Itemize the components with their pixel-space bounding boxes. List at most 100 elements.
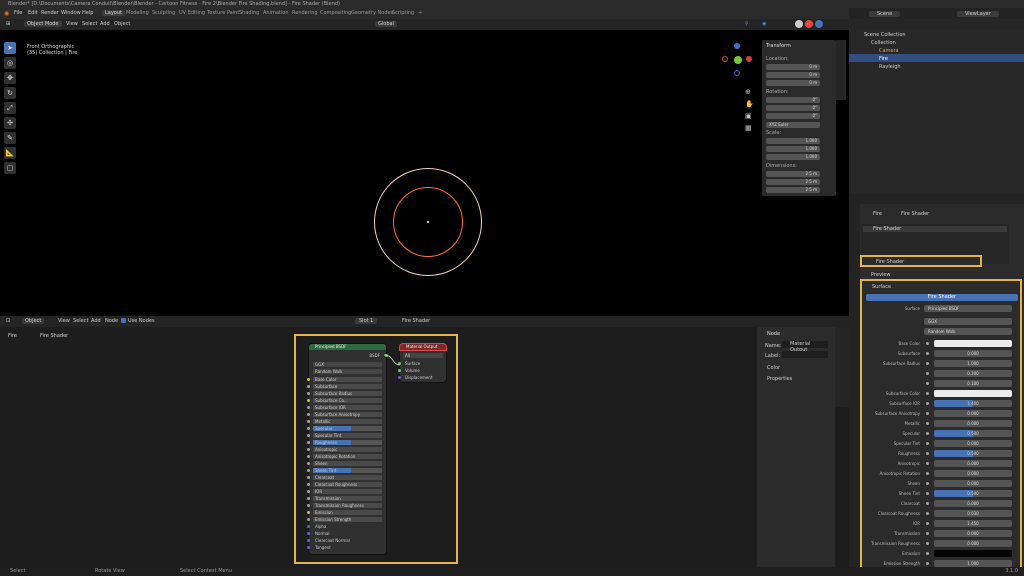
tab-rendering[interactable]: Rendering <box>292 10 318 16</box>
prop-field[interactable]: 0.000 <box>934 460 1012 467</box>
scale-y-field[interactable]: 1.000 <box>766 146 820 152</box>
prop-field[interactable]: 1.450 <box>934 520 1012 527</box>
prop-link-icon[interactable] <box>926 502 929 505</box>
bsdf-input-socket[interactable] <box>307 469 310 472</box>
menu-window[interactable]: Window <box>61 10 81 16</box>
rotation-z-field[interactable]: 0° <box>766 113 820 119</box>
prop-field[interactable]: 0.100 <box>934 380 1012 387</box>
zoom-icon[interactable]: ⊕ <box>745 88 751 96</box>
tab-layout[interactable]: Layout <box>102 10 125 16</box>
node-object-dropdown[interactable]: Object <box>22 318 45 324</box>
scene-collection-label[interactable]: Scene Collection <box>864 32 906 38</box>
material-slot[interactable]: Fire Shader <box>863 226 1007 232</box>
menu-file[interactable]: File <box>14 10 22 16</box>
3d-viewport[interactable]: Front Orthographic (35) Collection | Fir… <box>0 30 849 316</box>
node-color-label[interactable]: Color <box>767 365 780 371</box>
bsdf-input-socket[interactable] <box>307 399 310 402</box>
bsdf-input-socket[interactable] <box>307 441 310 444</box>
prop-link-icon[interactable] <box>926 362 929 365</box>
prop-link-icon[interactable] <box>926 372 929 375</box>
prop-link-icon[interactable] <box>926 402 929 405</box>
sidebar-tabs[interactable] <box>836 40 846 100</box>
measure-icon[interactable]: 📐 <box>4 147 16 159</box>
prop-link-icon[interactable] <box>926 352 929 355</box>
material-shading-icon[interactable] <box>805 20 813 28</box>
node-material-name[interactable]: Fire Shader <box>402 318 430 324</box>
surface-section[interactable]: Surface <box>872 284 891 290</box>
bsdf-input-socket[interactable] <box>307 546 310 549</box>
prop-field[interactable]: 0.030 <box>934 510 1012 517</box>
prop-field[interactable]: 0.000 <box>934 420 1012 427</box>
prop-link-icon[interactable] <box>926 492 929 495</box>
prop-field[interactable]: 0.500 <box>934 490 1012 497</box>
prop-link-icon[interactable] <box>926 422 929 425</box>
rendered-shading-icon[interactable] <box>815 20 823 28</box>
viewport-menu-add[interactable]: Add <box>100 21 110 27</box>
move-icon[interactable]: ✥ <box>4 72 16 84</box>
prop-field[interactable]: 0.000 <box>934 470 1012 477</box>
rotation-mode-dropdown[interactable]: XYZ Euler <box>766 122 820 128</box>
scene-selector[interactable]: Scene <box>869 11 901 17</box>
node-menu-select[interactable]: Select <box>73 318 88 324</box>
rotation-y-field[interactable]: 0° <box>766 105 820 111</box>
props-object-crumb[interactable]: Fire <box>873 211 882 217</box>
bsdf-input-socket[interactable] <box>307 483 310 486</box>
scale-z-field[interactable]: 1.000 <box>766 154 820 160</box>
node-menu-add[interactable]: Add <box>91 318 101 324</box>
tab-uv-editing[interactable]: UV Editing <box>179 10 205 16</box>
prop-field[interactable] <box>934 390 1012 397</box>
node-menu-node[interactable]: Node <box>105 318 118 324</box>
bsdf-input-socket[interactable] <box>307 525 310 528</box>
bsdf-input-socket[interactable] <box>307 434 310 437</box>
tab-sculpting[interactable]: Sculpting <box>152 10 175 16</box>
outliner-rayleigh[interactable]: Rayleigh <box>879 64 901 70</box>
bsdf-node-title[interactable]: Principled BSDF <box>309 344 386 350</box>
gizmo-x-icon[interactable] <box>746 56 752 62</box>
node-name-field[interactable]: Material Output <box>782 341 828 353</box>
bsdf-input-row[interactable] <box>313 489 382 494</box>
prop-link-icon[interactable] <box>926 482 929 485</box>
prop-field[interactable]: 0.000 <box>934 350 1012 357</box>
editor-type-icon[interactable]: ⊞ <box>6 21 10 27</box>
bsdf-input-socket[interactable] <box>307 518 310 521</box>
tab-geometry-nodes[interactable]: Geometry Nodes <box>351 10 393 16</box>
rotation-x-field[interactable]: 0° <box>766 97 820 103</box>
blender-logo-icon[interactable]: ◉ <box>4 10 9 17</box>
location-z-field[interactable]: 0 m <box>766 80 820 86</box>
annotate-icon[interactable]: ✎ <box>4 132 16 144</box>
camera-view-icon[interactable]: ▣ <box>745 112 752 120</box>
prop-link-icon[interactable] <box>926 442 929 445</box>
node-editor-type-icon[interactable]: ⊡ <box>6 318 10 324</box>
bsdf-input-socket[interactable] <box>307 539 310 542</box>
view-layer-selector[interactable]: ViewLayer <box>957 11 999 17</box>
surface-node-button[interactable]: Fire Shader <box>866 294 1018 301</box>
bsdf-input-socket[interactable] <box>307 392 310 395</box>
bsdf-sss-dropdown[interactable]: Random Walk <box>313 369 382 374</box>
dimensions-y-field[interactable]: 2.5 m <box>766 179 820 185</box>
tab-scripting[interactable]: Scripting <box>392 10 414 16</box>
outliner-selected-row[interactable] <box>849 54 1024 62</box>
tab-shading[interactable]: Shading <box>239 10 259 16</box>
slot-dropdown[interactable]: Slot 1 <box>355 318 378 324</box>
node-editor-canvas[interactable]: Fire Fire Shader Principled BSDF BSDF GG… <box>0 327 757 567</box>
dimensions-z-field[interactable]: 2.5 m <box>766 187 820 193</box>
node-menu-view[interactable]: View <box>58 318 70 324</box>
tab-modeling[interactable]: Modeling <box>126 10 149 16</box>
prop-field[interactable]: 1.000 <box>934 560 1012 567</box>
tab-animation[interactable]: Animation <box>263 10 289 16</box>
add-workspace-button[interactable]: + <box>418 10 422 16</box>
viewport-menu-view[interactable]: View <box>66 21 78 27</box>
bsdf-input-socket[interactable] <box>307 427 310 430</box>
surface-shader-field[interactable]: Principled BSDF <box>924 305 1012 312</box>
prop-link-icon[interactable] <box>926 532 929 535</box>
prop-field[interactable]: 0.000 <box>934 410 1012 417</box>
viewport-menu-select[interactable]: Select <box>82 21 97 27</box>
tab-compositing[interactable]: Compositing <box>320 10 351 16</box>
menu-render[interactable]: Render <box>41 10 59 16</box>
object-mode-dropdown[interactable]: Object Mode <box>24 21 62 27</box>
pan-hand-icon[interactable]: ✋ <box>745 100 754 108</box>
menu-edit[interactable]: Edit <box>28 10 38 16</box>
viewport-menu-object[interactable]: Object <box>114 21 130 27</box>
gizmo-z-icon[interactable] <box>734 43 740 49</box>
gizmo-neg-x-icon[interactable] <box>722 56 728 62</box>
